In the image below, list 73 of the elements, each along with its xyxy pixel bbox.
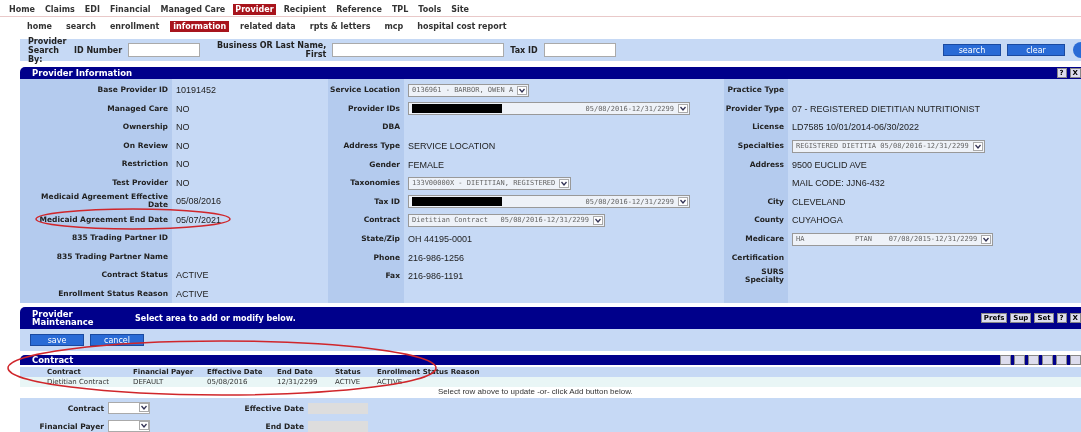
hint-text: Select row above to update -or- click Add button below. xyxy=(438,387,633,396)
search-field[interactable] xyxy=(543,43,616,57)
caret-icon[interactable] xyxy=(972,141,983,151)
field-value: CLEVELAND xyxy=(792,196,846,207)
search-label: Provider Search By: xyxy=(28,36,68,64)
search-field[interactable] xyxy=(332,43,505,57)
field-value: LD7585 10/01/2014-06/30/2022 xyxy=(792,122,920,133)
field-value: 05/07/2021 xyxy=(176,214,222,225)
action-button[interactable]: save xyxy=(30,334,84,346)
field-value: CUYAHOGA xyxy=(792,215,843,226)
input-field[interactable] xyxy=(308,420,368,432)
caret-icon[interactable] xyxy=(139,421,149,430)
submenu-item[interactable]: search xyxy=(62,21,99,32)
field-value: FEMALE xyxy=(408,159,444,170)
caret-icon[interactable] xyxy=(678,197,688,207)
caret-icon[interactable] xyxy=(981,234,992,244)
menu-item[interactable]: Home xyxy=(7,4,37,15)
field-value: 9500 EUCLID AVE xyxy=(792,159,867,170)
toolbar-icon[interactable] xyxy=(1014,355,1025,365)
field-value: NO xyxy=(176,122,190,133)
submenu-item[interactable]: rpts & letters xyxy=(306,21,374,32)
input-field[interactable] xyxy=(308,402,368,414)
submenu-item[interactable]: information xyxy=(170,21,230,32)
menu-item[interactable]: Tools xyxy=(416,4,444,15)
toolbar-icon[interactable] xyxy=(1028,355,1039,365)
section-message: Select area to add or modify below. xyxy=(135,313,296,323)
menu-item[interactable]: Provider xyxy=(233,4,276,15)
search-button[interactable]: search xyxy=(943,44,1001,56)
menu-item[interactable]: Reference xyxy=(334,4,384,15)
toolbar-icon[interactable] xyxy=(1056,355,1067,365)
toolbar-icon[interactable] xyxy=(1000,355,1011,365)
toolbar-icon[interactable] xyxy=(1070,355,1081,365)
field-value: NO xyxy=(176,159,190,170)
field-value: ACTIVE xyxy=(176,288,209,299)
field-value: 216-986-1256 xyxy=(408,252,465,263)
field-value: 07 - REGISTERED DIETITIAN NUTRITIONIST xyxy=(792,103,980,114)
field-value: ACTIVE xyxy=(176,270,209,281)
caret-icon[interactable] xyxy=(559,178,570,188)
search-field[interactable] xyxy=(128,43,201,57)
menu-item[interactable]: Managed Care xyxy=(158,4,228,15)
caret-icon[interactable] xyxy=(517,85,528,95)
field-value: 05/08/2016 xyxy=(176,196,222,207)
caret-icon[interactable] xyxy=(139,403,149,412)
field-value: 10191452 xyxy=(176,85,217,96)
submenu-item[interactable]: home xyxy=(24,21,55,32)
field-label: Business OR Last Name, First xyxy=(216,41,327,59)
field-value: 216-986-1191 xyxy=(408,271,464,282)
section-title: Provider Maintenance xyxy=(32,310,95,326)
field-value: MAIL CODE: JJN6-432 xyxy=(792,178,885,189)
submenu-item[interactable]: related data xyxy=(237,21,299,32)
menu-item[interactable]: Recipient xyxy=(281,4,329,15)
field-value: NO xyxy=(176,103,190,114)
search-button[interactable]: clear xyxy=(1007,44,1065,56)
menu-item[interactable]: TPL xyxy=(389,4,411,15)
field-value: NO xyxy=(176,140,190,151)
field-value: NO xyxy=(176,177,190,188)
menu-item[interactable]: Financial xyxy=(107,4,153,15)
menu-item[interactable]: Site xyxy=(449,4,471,15)
field-label: Tax ID xyxy=(510,45,538,55)
submenu-item[interactable]: hospital cost report xyxy=(414,21,510,32)
field-value: SERVICE LOCATION xyxy=(408,141,496,152)
menu-item[interactable]: EDI xyxy=(82,4,102,15)
submenu-item[interactable]: mcp xyxy=(381,21,407,32)
field-value: OH 44195-0001 xyxy=(408,234,473,245)
submenu-item[interactable]: enrollment xyxy=(106,21,163,32)
caret-icon[interactable] xyxy=(678,104,688,114)
action-button[interactable]: cancel xyxy=(90,334,144,346)
field-label: ID Number xyxy=(74,45,123,55)
caret-icon[interactable] xyxy=(593,215,603,225)
toolbar-icon[interactable] xyxy=(1042,355,1053,365)
menu-item[interactable]: Claims xyxy=(42,4,77,15)
section-title: Provider Information xyxy=(32,68,133,78)
section-title: Contract xyxy=(32,355,74,365)
